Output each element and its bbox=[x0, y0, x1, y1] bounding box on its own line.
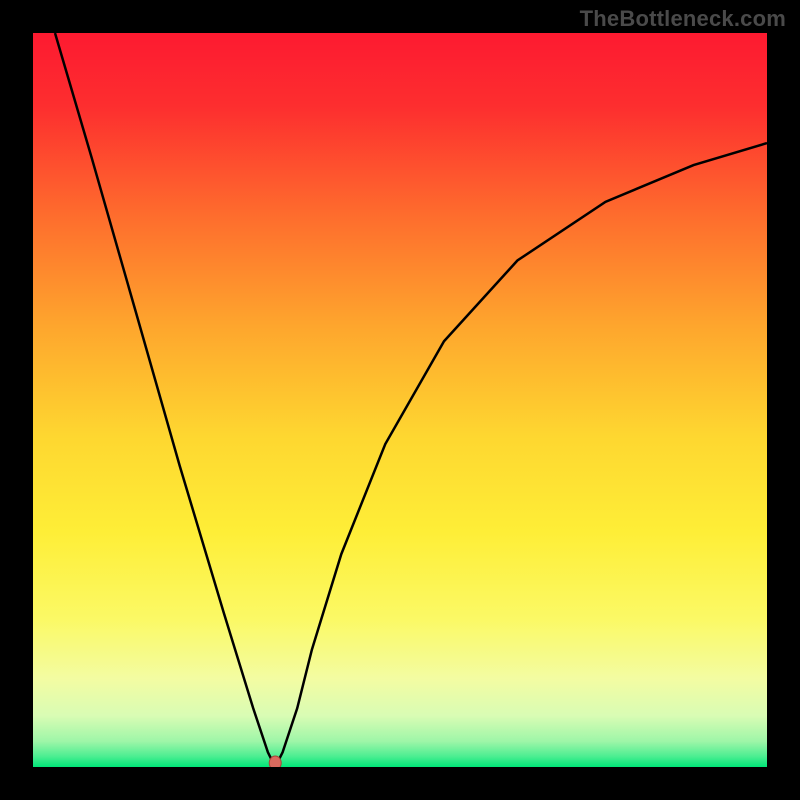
gradient-background bbox=[33, 33, 767, 767]
chart-svg bbox=[33, 33, 767, 767]
chart-frame: TheBottleneck.com bbox=[0, 0, 800, 800]
plot-area bbox=[33, 33, 767, 767]
optimum-marker bbox=[269, 756, 281, 767]
watermark-text: TheBottleneck.com bbox=[580, 6, 786, 32]
